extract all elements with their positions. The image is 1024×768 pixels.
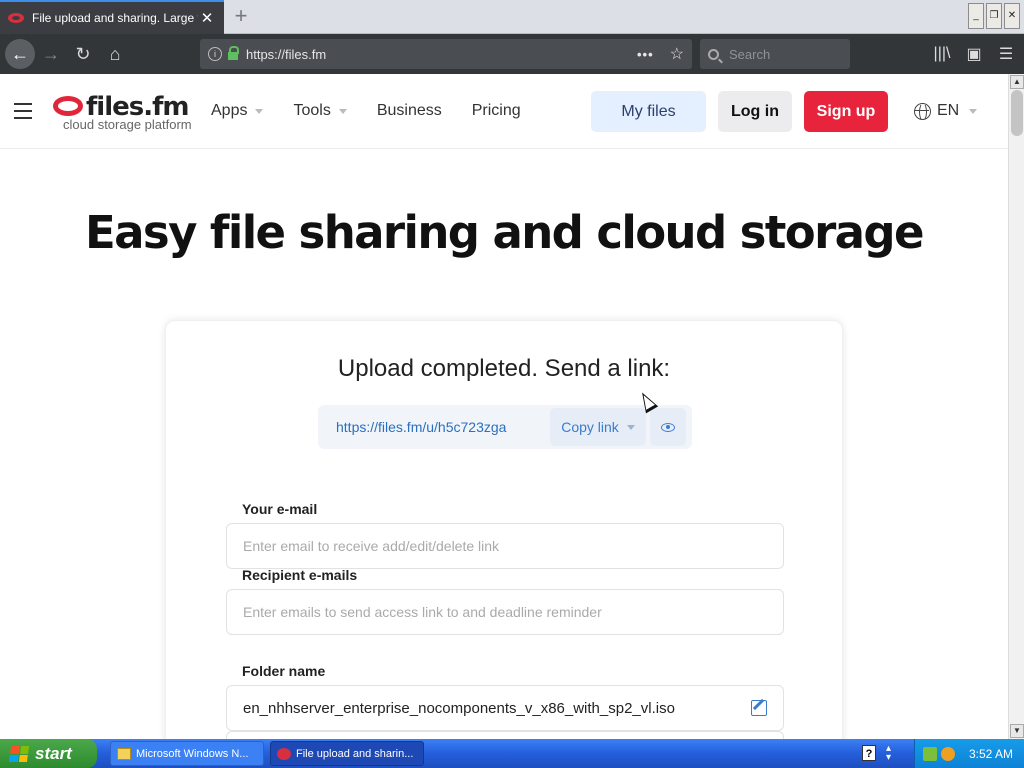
windows-flag-icon	[8, 745, 30, 762]
search-placeholder: Search	[729, 46, 771, 62]
eye-icon	[661, 422, 675, 432]
browser-toolbar-icons: |||\ ▣ ☰	[930, 38, 1018, 70]
recipients-label: Recipient e-mails	[242, 567, 358, 583]
folder-name-input[interactable]: en_nhhserver_enterprise_nocomponents_v_x…	[226, 685, 784, 731]
folder-name-field-group: Folder name en_nhhserver_enterprise_noco…	[226, 663, 784, 731]
email-input[interactable]: Enter email to receive add/edit/delete l…	[226, 523, 784, 569]
cloud-logo-icon	[53, 96, 83, 116]
library-icon[interactable]: |||\	[930, 38, 954, 70]
chevron-down-icon	[626, 424, 635, 430]
restore-button[interactable]: ❐	[986, 3, 1002, 29]
browser-tabstrip: File upload and sharing. Large file ✕ + …	[0, 0, 1024, 34]
windows-taskbar: start Microsoft Windows N... File upload…	[0, 739, 1024, 768]
clock: 3:52 AM	[969, 746, 1014, 761]
back-button[interactable]: ←	[5, 39, 35, 69]
hero-title: Easy file sharing and cloud storage	[85, 206, 925, 259]
logo-tagline: cloud storage platform	[63, 117, 192, 132]
page-scrollbar[interactable]: ▲ ▼	[1008, 74, 1024, 739]
share-link-box: https://files.fm/u/h5c723zga Copy link	[318, 405, 692, 449]
scroll-up-icon[interactable]: ▲	[1010, 75, 1024, 89]
network-tray-icon[interactable]	[923, 746, 937, 761]
browser-search-bar[interactable]: Search	[700, 39, 850, 69]
nav-pricing[interactable]: Pricing	[472, 102, 521, 120]
email-label: Your e-mail	[242, 501, 318, 517]
chevron-up-down-icon[interactable]: ▴ ▾	[886, 744, 891, 763]
chevron-down-icon	[969, 108, 978, 114]
share-link[interactable]: https://files.fm/u/h5c723zga	[318, 419, 550, 435]
globe-icon	[914, 102, 931, 121]
scrollbar-thumb[interactable]	[1011, 90, 1023, 136]
chevron-down-icon	[255, 108, 264, 114]
recipients-input[interactable]: Enter emails to send access link to and …	[226, 589, 784, 635]
nav-tools[interactable]: Tools	[293, 102, 347, 120]
nav-business[interactable]: Business	[377, 102, 442, 120]
system-tray: 3:52 AM	[914, 739, 1024, 768]
reload-button[interactable]: ↻	[67, 38, 99, 70]
site-info-icon[interactable]: i	[208, 47, 222, 61]
next-field-partial	[226, 731, 784, 739]
bookmark-star-icon[interactable]: ☆	[670, 44, 684, 64]
files-fm-favicon-icon	[8, 13, 24, 23]
site-header: files.fm cloud storage platform Apps Too…	[0, 74, 1008, 149]
main-nav: Apps Tools Business Pricing	[211, 102, 551, 120]
email-field-group: Your e-mail Enter email to receive add/e…	[226, 501, 784, 569]
chevron-down-icon	[338, 108, 347, 114]
sidebar-icon[interactable]: ▣	[962, 38, 986, 70]
page-viewport: files.fm cloud storage platform Apps Too…	[0, 74, 1008, 739]
home-button[interactable]: ⌂	[99, 38, 131, 70]
login-button[interactable]: Log in	[718, 91, 792, 132]
recipients-field-group: Recipient e-mails Enter emails to send a…	[226, 567, 784, 635]
upload-card: Upload completed. Send a link: https://f…	[165, 320, 843, 739]
edit-icon[interactable]	[751, 700, 767, 716]
firefox-icon	[277, 747, 291, 760]
lock-icon	[228, 46, 239, 60]
folder-icon	[117, 747, 131, 760]
url-text[interactable]: https://files.fm	[246, 47, 637, 62]
forward-button[interactable]: →	[35, 38, 67, 70]
start-button[interactable]: start	[0, 739, 97, 768]
taskbar-item-browser[interactable]: File upload and sharin...	[270, 741, 424, 766]
language-selector[interactable]: EN	[914, 102, 978, 121]
url-bar[interactable]: i https://files.fm ••• ☆	[200, 39, 692, 69]
search-tray-icon[interactable]	[941, 746, 955, 761]
upload-completed-title: Upload completed. Send a link:	[337, 355, 671, 382]
my-files-button[interactable]: My files	[591, 91, 706, 132]
nav-apps[interactable]: Apps	[211, 102, 264, 120]
folder-name-value[interactable]: en_nhhserver_enterprise_nocomponents_v_x…	[243, 700, 751, 717]
files-fm-logo[interactable]: files.fm cloud storage platform	[52, 92, 192, 132]
taskbar-item-explorer[interactable]: Microsoft Windows N...	[110, 741, 264, 766]
copy-link-button[interactable]: Copy link	[550, 408, 646, 446]
browser-navbar: ← → ↻ ⌂ i https://files.fm ••• ☆ Search …	[0, 34, 1024, 74]
tab-title: File upload and sharing. Large file	[32, 11, 198, 25]
hamburger-menu-icon[interactable]	[14, 103, 32, 119]
new-tab-button[interactable]: +	[228, 4, 254, 30]
preview-link-button[interactable]	[650, 408, 686, 446]
close-window-button[interactable]: ✕	[1004, 3, 1020, 29]
folder-name-label: Folder name	[242, 663, 326, 679]
search-icon	[708, 48, 719, 60]
menu-icon[interactable]: ☰	[994, 38, 1018, 70]
close-tab-icon[interactable]: ✕	[198, 9, 216, 27]
help-icon[interactable]: ?	[862, 745, 876, 761]
signup-button[interactable]: Sign up	[804, 91, 888, 132]
browser-tab-active[interactable]: File upload and sharing. Large file ✕	[0, 0, 224, 34]
window-controls: _ ❐ ✕	[968, 3, 1020, 29]
minimize-button[interactable]: _	[968, 3, 984, 29]
language-code: EN	[937, 102, 960, 119]
page-actions-icon[interactable]: •••	[637, 47, 654, 62]
scroll-down-icon[interactable]: ▼	[1010, 724, 1024, 738]
